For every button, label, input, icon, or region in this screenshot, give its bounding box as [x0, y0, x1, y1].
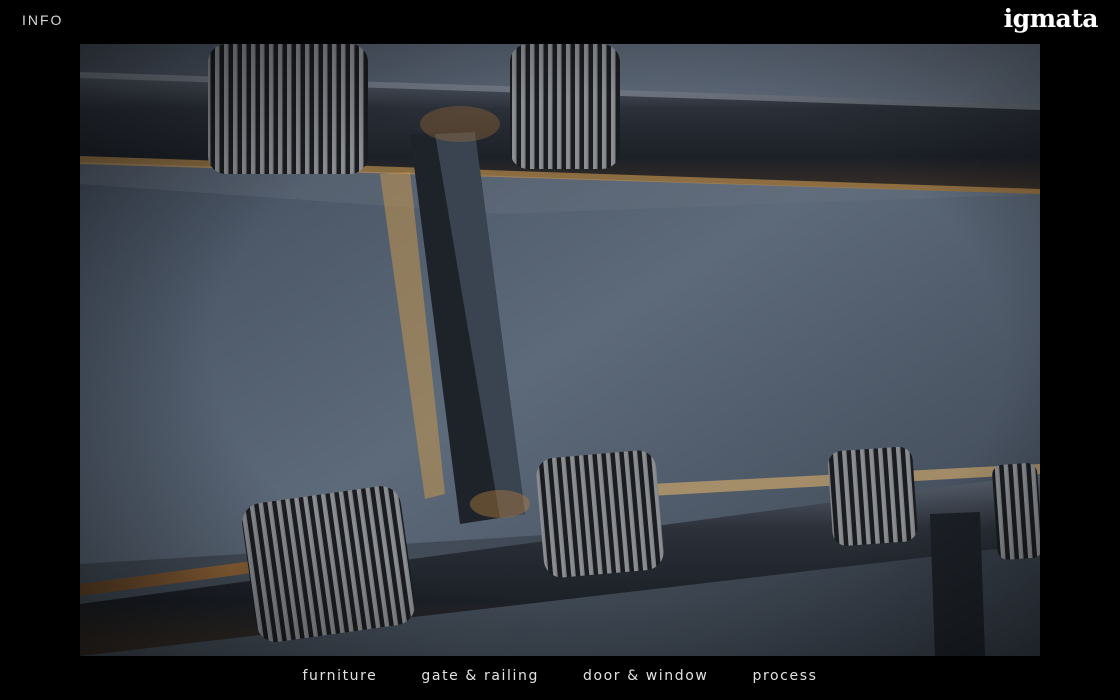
- nav-item-furniture[interactable]: furniture: [303, 668, 378, 684]
- nav-item-door-window[interactable]: door & window: [583, 668, 709, 684]
- main-nav: furniture gate & railing door & window p…: [0, 668, 1120, 684]
- hero-photo-illustration: [80, 44, 1040, 656]
- nav-item-process[interactable]: process: [752, 668, 817, 684]
- info-link[interactable]: INFO: [22, 12, 63, 28]
- site-logo[interactable]: igmata: [1004, 4, 1099, 33]
- nav-item-gate-railing[interactable]: gate & railing: [421, 668, 539, 684]
- hero-photo: [80, 44, 1040, 656]
- page: INFO igmata furniture gate & railing doo…: [0, 0, 1120, 700]
